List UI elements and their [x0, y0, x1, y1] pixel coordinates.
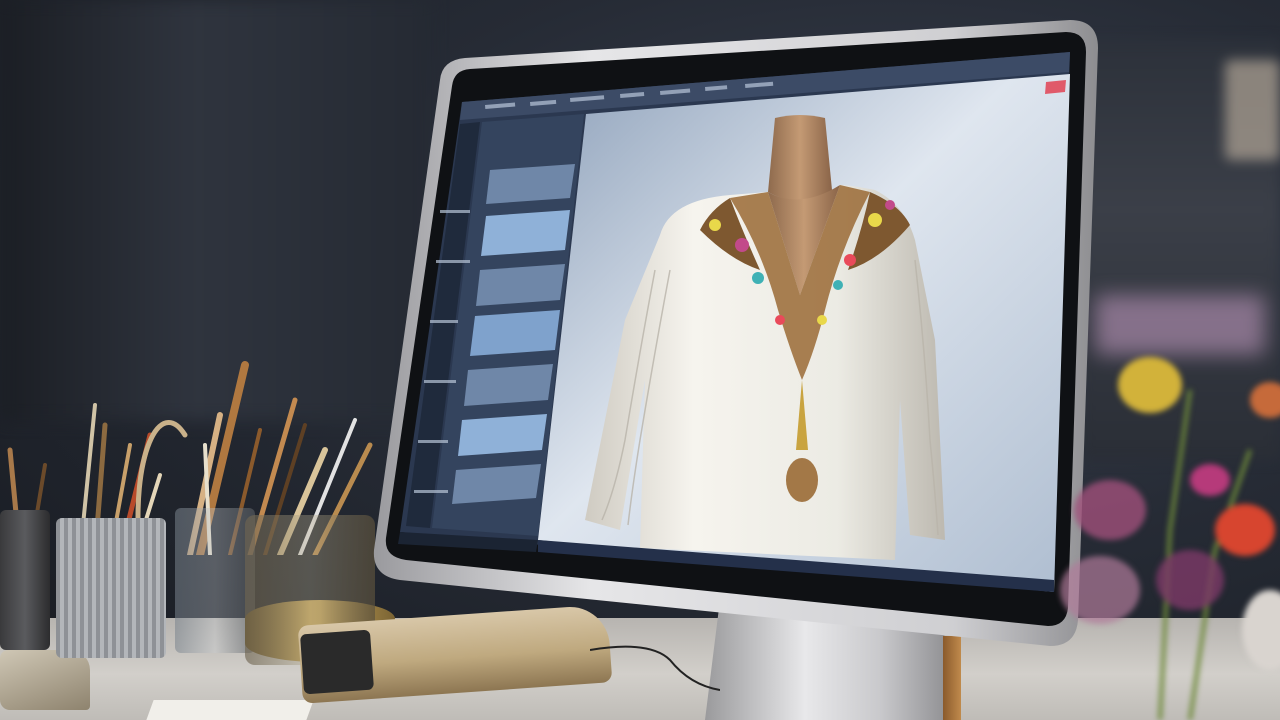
desk-paper [146, 700, 314, 720]
screen-badge [1045, 80, 1066, 94]
background-beige-box [1225, 60, 1280, 160]
pencil-cup-glass [175, 508, 255, 653]
sewing-tool-endcap [299, 629, 375, 695]
flower-vase [1060, 357, 1280, 720]
monitor [373, 20, 1098, 646]
monitor-screen [398, 52, 1070, 592]
pencil-cup-mesh [56, 518, 166, 658]
cable [590, 645, 720, 691]
monitor-stand-accent [943, 636, 961, 720]
fabric-scraps [0, 650, 90, 710]
pencil-cup-dark [0, 510, 50, 650]
mannequin-neck [768, 115, 832, 201]
